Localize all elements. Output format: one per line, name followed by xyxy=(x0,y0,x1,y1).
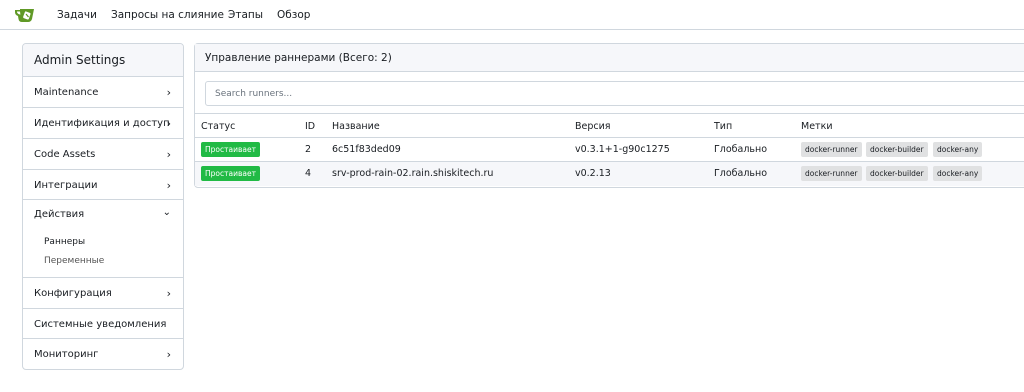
runner-version: v0.3.1+1-g90c1275 xyxy=(575,144,670,155)
column-header-id: ID xyxy=(305,121,316,132)
runner-id: 4 xyxy=(305,168,312,179)
sidebar-subitem-runners[interactable]: Раннеры xyxy=(44,237,85,247)
nav-pull-requests[interactable]: Запросы на слияние xyxy=(111,9,224,21)
runner-type: Глобально xyxy=(714,168,768,179)
column-header-type: Тип xyxy=(714,121,733,132)
chevron-right-icon: › xyxy=(166,348,171,361)
sidebar-item-integrations[interactable]: Интеграции › xyxy=(23,171,183,200)
chevron-down-icon: ⌄ xyxy=(162,207,171,218)
sidebar-item-system-notices[interactable]: Системные уведомления xyxy=(23,310,183,339)
runner-version: v0.2.13 xyxy=(575,168,611,179)
sidebar-item-label: Мониторинг xyxy=(34,349,99,360)
sidebar-item-label: Code Assets xyxy=(34,149,96,160)
chevron-right-icon: › xyxy=(166,86,171,99)
admin-sidebar: Admin Settings Maintenance › Идентификац… xyxy=(22,43,184,370)
runner-name[interactable]: 6c51f83ded09 xyxy=(332,144,401,155)
panel-title: Управление раннерами (Всего: 2) xyxy=(205,52,392,64)
runner-name[interactable]: srv-prod-rain-02.rain.shiskitech.ru xyxy=(332,168,493,179)
sidebar-item-label: Maintenance xyxy=(34,87,99,98)
runner-label: docker-any xyxy=(933,166,983,181)
status-badge: Простаивает xyxy=(201,166,260,181)
sidebar-item-configuration[interactable]: Конфигурация › xyxy=(23,279,183,309)
sidebar-item-label: Интеграции xyxy=(34,180,98,191)
table-top-divider xyxy=(195,113,1024,114)
sidebar-item-identity-access[interactable]: Идентификация и доступ › xyxy=(23,109,183,139)
column-header-labels: Метки xyxy=(801,121,833,132)
runner-label: docker-runner xyxy=(801,166,862,181)
search-runners-input[interactable] xyxy=(205,81,1024,106)
sidebar-subitem-variables[interactable]: Переменные xyxy=(44,256,104,266)
top-navbar: Задачи Запросы на слияние Этапы Обзор xyxy=(0,0,1024,30)
sidebar-item-monitoring[interactable]: Мониторинг › xyxy=(23,340,183,369)
column-header-version: Версия xyxy=(575,121,611,132)
chevron-right-icon: › xyxy=(166,287,171,300)
column-header-name: Название xyxy=(332,121,380,132)
sidebar-header: Admin Settings xyxy=(23,44,183,77)
nav-milestones[interactable]: Этапы xyxy=(228,9,263,21)
sidebar-item-label: Конфигурация xyxy=(34,288,112,299)
sidebar-title: Admin Settings xyxy=(34,53,126,67)
column-header-status: Статус xyxy=(201,121,236,132)
chevron-right-icon: › xyxy=(166,179,171,192)
runner-label: docker-builder xyxy=(866,166,928,181)
sidebar-item-maintenance[interactable]: Maintenance › xyxy=(23,78,183,108)
runner-label: docker-any xyxy=(933,142,983,157)
gitea-logo-icon[interactable] xyxy=(14,6,36,24)
sidebar-item-label: Идентификация и доступ xyxy=(34,118,170,129)
sidebar-item-label: Системные уведомления xyxy=(34,319,167,330)
nav-issues[interactable]: Задачи xyxy=(57,9,97,21)
sidebar-item-actions[interactable]: Действия ⌄ Раннеры Переменные xyxy=(23,201,183,278)
status-badge: Простаивает xyxy=(201,142,260,157)
sidebar-item-label: Действия xyxy=(34,209,85,220)
panel-header: Управление раннерами (Всего: 2) xyxy=(195,44,1024,72)
chevron-right-icon: › xyxy=(166,117,171,130)
sidebar-item-code-assets[interactable]: Code Assets › xyxy=(23,140,183,170)
runner-label: docker-runner xyxy=(801,142,862,157)
chevron-right-icon: › xyxy=(166,148,171,161)
table-header-divider xyxy=(195,137,1024,138)
runner-type: Глобально xyxy=(714,144,768,155)
runner-id: 2 xyxy=(305,144,312,155)
nav-explore[interactable]: Обзор xyxy=(277,9,310,21)
runner-label: docker-builder xyxy=(866,142,928,157)
